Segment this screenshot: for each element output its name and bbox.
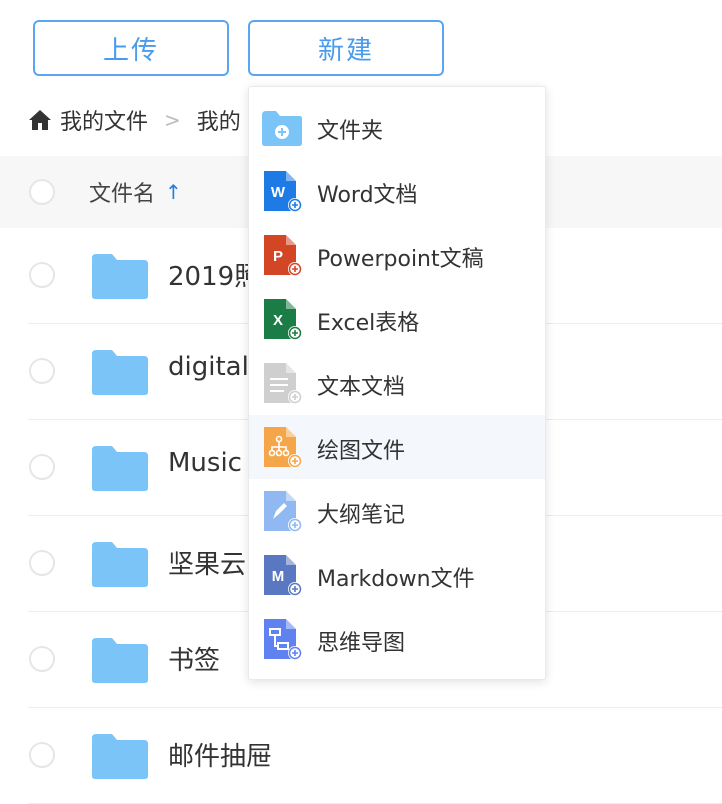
new-button[interactable]: 新建 (248, 20, 444, 76)
svg-text:P: P (273, 248, 283, 265)
folder-icon (92, 252, 148, 300)
new-menu-item[interactable]: W Word文档 (249, 159, 545, 223)
file-name[interactable]: 书签 (168, 640, 220, 677)
mindmap-icon (262, 617, 302, 661)
new-menu-item-label: 思维导图 (317, 631, 406, 656)
upload-button[interactable]: 上传 (33, 20, 229, 76)
new-menu-dropdown: 文件夹 W Word文档 P Powerpoint文稿 X Excel表格 文本文档绘图文件大… (248, 86, 546, 680)
markdown-icon: M (262, 553, 302, 597)
breadcrumb-separator: > (164, 108, 181, 132)
column-header-label: 文件名 (89, 182, 156, 207)
row-checkbox[interactable] (29, 550, 55, 576)
row-checkbox[interactable] (29, 358, 55, 384)
row-checkbox[interactable] (29, 454, 55, 480)
drawing-file-icon (262, 425, 302, 469)
excel-icon: X (262, 297, 302, 341)
text-doc-icon (262, 361, 302, 405)
file-name[interactable]: Music (168, 448, 242, 478)
breadcrumb-current[interactable]: 我的 (197, 104, 241, 136)
new-menu-item[interactable]: 文本文档 (249, 351, 545, 415)
home-icon (29, 110, 51, 130)
file-name[interactable]: digital (168, 352, 249, 382)
breadcrumb: 我的文件 > 我的 (28, 104, 241, 136)
new-menu-item-label: 绘图文件 (317, 439, 406, 464)
new-menu-item-label: 文本文档 (317, 375, 406, 400)
folder-icon (92, 444, 148, 492)
powerpoint-icon: P (262, 233, 302, 277)
new-menu-item-label: Excel表格 (317, 311, 420, 336)
folder-icon (92, 636, 148, 684)
folder-icon (92, 732, 148, 780)
row-checkbox[interactable] (29, 262, 55, 288)
new-menu-item[interactable]: M Markdown文件 (249, 543, 545, 607)
file-name[interactable]: 2019照 (168, 256, 260, 293)
new-menu-item[interactable]: X Excel表格 (249, 287, 545, 351)
svg-text:M: M (272, 568, 285, 585)
select-all-checkbox[interactable] (29, 179, 55, 205)
new-menu-item-label: Markdown文件 (317, 567, 475, 592)
row-checkbox[interactable] (29, 742, 55, 768)
file-name[interactable]: 邮件抽屉 (168, 736, 272, 773)
new-menu-item-label: Word文档 (317, 183, 418, 208)
folder-add-icon (262, 105, 302, 149)
new-menu-item-label: 大纲笔记 (317, 503, 406, 528)
breadcrumb-home[interactable]: 我的文件 (60, 104, 148, 136)
folder-icon (92, 540, 148, 588)
folder-icon (92, 348, 148, 396)
new-menu-item[interactable]: 绘图文件 (249, 415, 545, 479)
new-menu-item-label: 文件夹 (317, 119, 384, 144)
sort-ascending-icon: ↑ (165, 180, 182, 204)
new-menu-item-label: Powerpoint文稿 (317, 247, 484, 272)
new-menu-item[interactable]: 大纲笔记 (249, 479, 545, 543)
new-menu-item[interactable]: P Powerpoint文稿 (249, 223, 545, 287)
column-header-name[interactable]: 文件名 ↑ (89, 176, 182, 208)
file-row[interactable]: 邮件抽屉 (0, 708, 722, 804)
word-doc-icon: W (262, 169, 302, 213)
file-name[interactable]: 坚果云 (168, 544, 246, 581)
new-menu-item[interactable]: 思维导图 (249, 607, 545, 671)
svg-text:W: W (271, 184, 286, 201)
svg-text:X: X (273, 312, 283, 329)
row-checkbox[interactable] (29, 646, 55, 672)
new-menu-item[interactable]: 文件夹 (249, 95, 545, 159)
outline-note-icon (262, 489, 302, 533)
